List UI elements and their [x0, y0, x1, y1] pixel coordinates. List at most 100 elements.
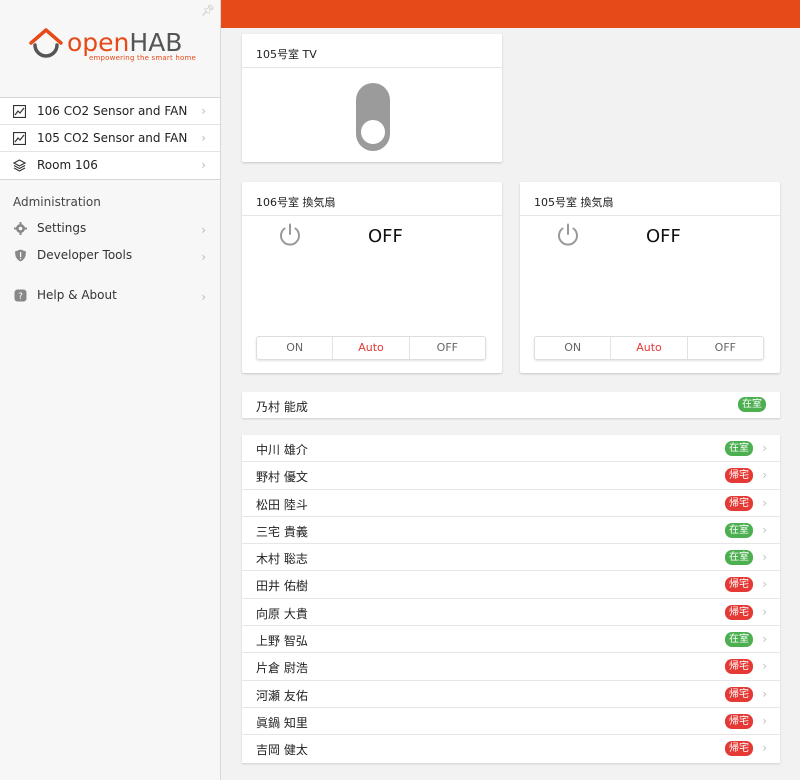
person-name: 眞鍋 知里	[256, 715, 308, 730]
chevron-right-icon: ›	[762, 522, 767, 537]
chevron-right-icon: ›	[762, 713, 767, 728]
status-badge: 帰宅	[725, 741, 753, 757]
fan-state: OFF	[646, 226, 681, 247]
logo-tagline: empowering the smart home	[89, 54, 196, 62]
status-badge: 在室	[725, 441, 753, 456]
chevron-right-icon: ›	[762, 632, 767, 647]
person-name: 三宅 貴義	[256, 524, 308, 539]
status-badge: 帰宅	[725, 713, 753, 729]
chevron-right-icon: ›	[762, 604, 767, 619]
openhab-logo[interactable]: openHAB empowering the smart home	[27, 26, 197, 66]
pin-icon[interactable]: 📌︎	[201, 5, 215, 17]
person-name: 田井 佑樹	[256, 579, 308, 594]
person-name: 片倉 尉浩	[256, 661, 308, 676]
person-name: 吉岡 健太	[256, 743, 308, 758]
status-badge: 在室	[725, 522, 753, 538]
fan-105-card: 105号室 換気扇 OFF ON Auto OFF	[520, 182, 780, 373]
fan-mode-segmented: ON Auto OFF	[534, 336, 764, 360]
sidebar-item-label: Room 106	[37, 158, 98, 172]
power-icon	[558, 223, 578, 246]
sidebar-item-label: Settings	[37, 221, 87, 235]
list-item[interactable]: 河瀬 友佑 帰宅 ›	[242, 681, 780, 708]
chevron-right-icon: ›	[201, 290, 206, 304]
sidebar-item-help[interactable]: ? Help & About ›	[0, 284, 220, 308]
list-item[interactable]: 三宅 貴義 在室 ›	[242, 517, 780, 545]
person-row-single: 乃村 能成 在室	[242, 392, 780, 418]
status-badge: 帰宅	[725, 468, 753, 484]
list-item[interactable]: 吉岡 健太 帰宅 ›	[242, 735, 780, 762]
sidebar-item-label: Help & About	[37, 288, 117, 302]
status-badge: 帰宅	[725, 495, 753, 511]
list-item[interactable]: 松田 陸斗 帰宅 ›	[242, 490, 780, 517]
sidebar-item-label: 106 CO2 Sensor and FAN	[37, 104, 188, 118]
house-logo-icon	[29, 28, 63, 58]
list-item[interactable]: 中川 雄介 在室 ›	[242, 435, 780, 463]
divider	[520, 215, 780, 216]
status-badge: 在室	[738, 397, 766, 412]
person-name: 松田 陸斗	[256, 497, 308, 512]
list-item[interactable]: 片倉 尉浩 帰宅 ›	[242, 653, 780, 681]
person-name: 木村 聡志	[256, 552, 308, 567]
chart-icon	[13, 132, 26, 145]
chevron-right-icon: ›	[762, 468, 767, 483]
card-title: 105号室 TV	[256, 48, 317, 61]
status-badge: 在室	[725, 550, 753, 566]
chevron-right-icon: ›	[762, 577, 767, 592]
sidebar: 📌︎ openHAB empowering the smart home 106…	[0, 0, 221, 780]
chevron-right-icon: ›	[762, 659, 767, 674]
card-title: 106号室 換気扇	[256, 196, 336, 209]
chevron-right-icon: ›	[762, 741, 767, 756]
tv-card: 105号室 TV	[242, 34, 502, 162]
person-name: 野村 優文	[256, 470, 308, 485]
fan-off-button[interactable]: OFF	[410, 337, 485, 359]
sidebar-item-room-106[interactable]: Room 106 ›	[0, 152, 220, 179]
fan-106-card: 106号室 換気扇 OFF ON Auto OFF	[242, 182, 502, 373]
list-item[interactable]: 木村 聡志 在室 ›	[242, 544, 780, 572]
chevron-right-icon: ›	[762, 550, 767, 565]
fan-mode-segmented: ON Auto OFF	[256, 336, 486, 360]
list-item[interactable]: 向原 大貴 帰宅 ›	[242, 599, 780, 627]
shield-icon	[15, 249, 26, 262]
tv-toggle[interactable]	[356, 83, 390, 151]
chart-icon	[13, 105, 26, 118]
card-title: 105号室 換気扇	[534, 196, 614, 209]
status-badge: 在室	[725, 632, 753, 648]
list-item[interactable]: 眞鍋 知里 帰宅 ›	[242, 708, 780, 736]
list-item[interactable]: 上野 智弘 在室 ›	[242, 626, 780, 654]
list-item[interactable]: 田井 佑樹 帰宅 ›	[242, 571, 780, 599]
status-badge: 帰宅	[725, 604, 753, 620]
divider	[242, 215, 502, 216]
person-name: 中川 雄介	[256, 443, 308, 457]
fan-auto-button[interactable]: Auto	[333, 337, 410, 359]
fan-state: OFF	[368, 226, 403, 247]
status-badge: 帰宅	[725, 686, 753, 702]
top-bar	[221, 0, 800, 28]
fan-auto-button[interactable]: Auto	[611, 337, 688, 359]
chevron-right-icon: ›	[201, 131, 206, 145]
sidebar-nav: 106 CO2 Sensor and FAN › 105 CO2 Sensor …	[0, 97, 220, 180]
status-badge: 帰宅	[725, 577, 753, 593]
sidebar-item-developer-tools[interactable]: Developer Tools ›	[0, 244, 220, 268]
power-icon	[280, 223, 300, 246]
sidebar-item-105-co2[interactable]: 105 CO2 Sensor and FAN ›	[0, 125, 220, 152]
sidebar-item-settings[interactable]: Settings ›	[0, 217, 220, 241]
fan-off-button[interactable]: OFF	[688, 337, 763, 359]
chevron-right-icon: ›	[762, 495, 767, 510]
chevron-right-icon: ›	[762, 686, 767, 701]
sidebar-item-106-co2[interactable]: 106 CO2 Sensor and FAN ›	[0, 98, 220, 125]
fan-on-button[interactable]: ON	[535, 337, 612, 359]
sidebar-item-label: 105 CO2 Sensor and FAN	[37, 131, 188, 145]
chevron-right-icon: ›	[201, 223, 206, 237]
person-name: 上野 智弘	[256, 634, 308, 649]
list-item[interactable]: 野村 優文 帰宅 ›	[242, 462, 780, 490]
sidebar-item-label: Developer Tools	[37, 248, 133, 262]
toggle-knob	[359, 118, 387, 146]
chevron-right-icon: ›	[201, 104, 206, 118]
admin-section-title: Administration	[13, 195, 101, 209]
gear-icon	[14, 222, 27, 235]
person-name: 向原 大貴	[256, 606, 308, 621]
chevron-right-icon: ›	[201, 158, 206, 172]
layers-icon	[13, 159, 26, 172]
fan-on-button[interactable]: ON	[257, 337, 334, 359]
svg-text:?: ?	[18, 292, 23, 302]
